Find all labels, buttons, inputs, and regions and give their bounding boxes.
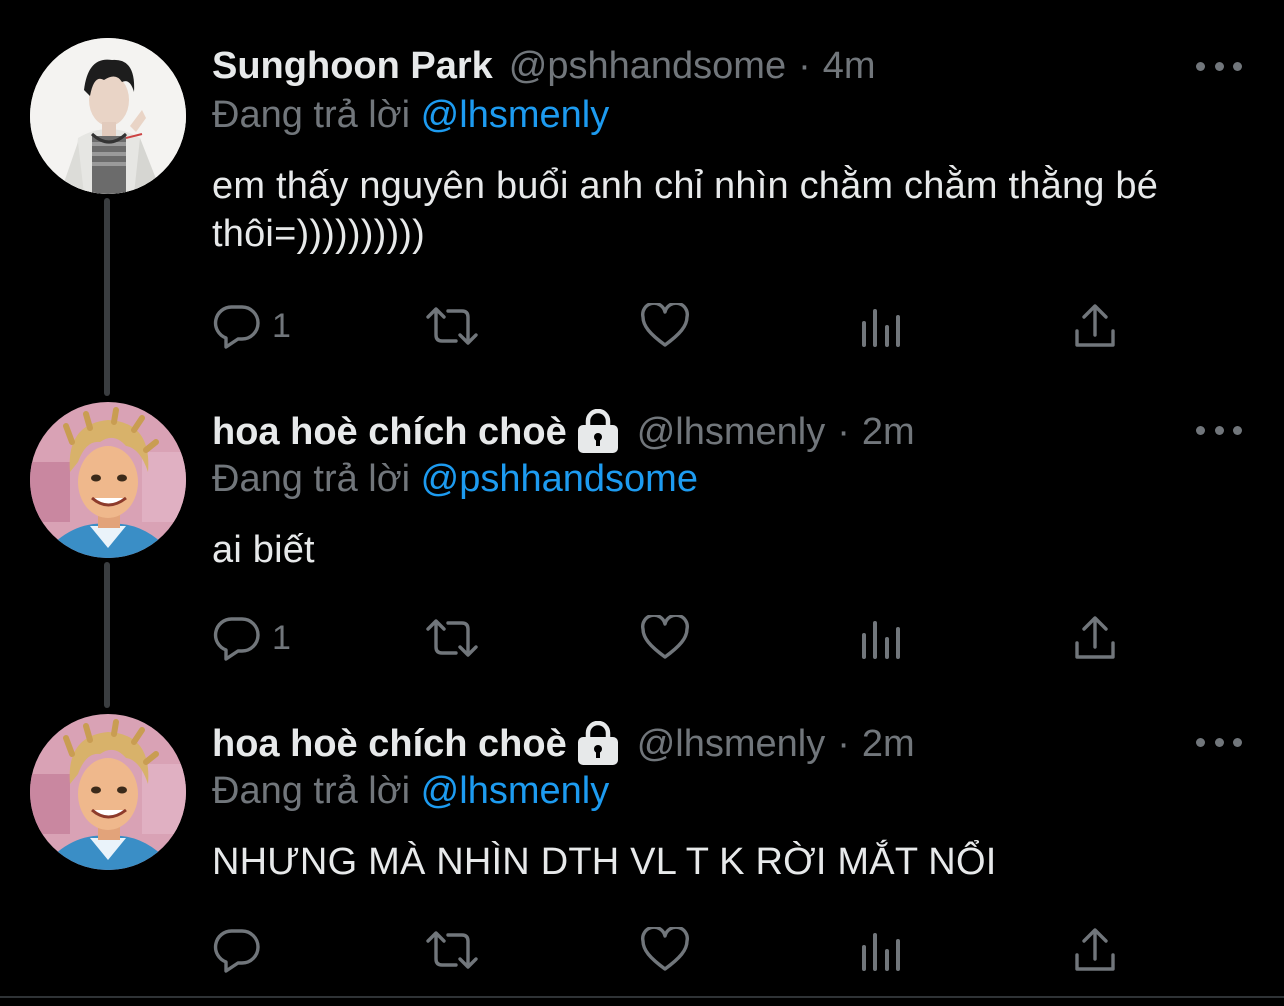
share-icon <box>1072 303 1118 349</box>
views-button[interactable] <box>860 920 902 980</box>
replying-to-label: Đang trả lời <box>212 94 411 136</box>
retweet-button[interactable] <box>424 920 480 980</box>
lock-icon <box>575 408 621 455</box>
mention-link[interactable]: @lhsmenly <box>421 770 610 812</box>
share-button[interactable] <box>1072 608 1118 668</box>
heart-icon <box>640 927 690 973</box>
like-button[interactable] <box>640 920 690 980</box>
views-button[interactable] <box>860 608 902 668</box>
lock-icon <box>575 720 621 767</box>
reply-count: 1 <box>272 306 291 345</box>
reply-button[interactable]: 1 <box>212 296 291 356</box>
analytics-icon <box>860 303 902 349</box>
display-name[interactable]: Sunghoon Park <box>212 45 493 88</box>
share-button[interactable] <box>1072 296 1118 356</box>
tweet-text: NHƯNG MÀ NHÌN DTH VL T K RỜI MẮT NỔI <box>212 841 997 883</box>
retweet-icon <box>424 615 480 661</box>
reply-button[interactable] <box>212 920 272 980</box>
avatar[interactable] <box>30 38 186 194</box>
tweet-actions: 1 <box>212 296 1212 356</box>
retweet-icon <box>424 927 480 973</box>
like-button[interactable] <box>640 608 690 668</box>
views-button[interactable] <box>860 296 902 356</box>
tweet-header: Sunghoon Park @pshhandsome · 4m <box>212 40 876 92</box>
replying-to-label: Đang trả lời <box>212 770 411 812</box>
reply-bubble-icon <box>212 615 262 661</box>
tweet-actions: 1 <box>212 608 1212 668</box>
reply-bubble-icon <box>212 303 262 349</box>
separator-dot: · <box>798 44 811 87</box>
share-button[interactable] <box>1072 920 1118 980</box>
reply-count: 1 <box>272 618 291 657</box>
retweet-button[interactable] <box>424 608 480 668</box>
replying-to: Đang trả lời @pshhandsome <box>212 458 698 501</box>
replying-to-label: Đang trả lời <box>212 458 411 500</box>
divider <box>0 996 1284 998</box>
tweet[interactable]: hoa hoè chích choè @lhsmenly · 2m Đang t… <box>0 674 1284 996</box>
display-name[interactable]: hoa hoè chích choè <box>212 411 567 454</box>
analytics-icon <box>860 615 902 661</box>
mention-link[interactable]: @lhsmenly <box>421 94 610 136</box>
share-icon <box>1072 615 1118 661</box>
reply-button[interactable]: 1 <box>212 608 291 668</box>
username-handle[interactable]: @lhsmenly <box>637 411 826 454</box>
avatar[interactable] <box>30 402 186 558</box>
mention-link[interactable]: @pshhandsome <box>421 458 698 500</box>
avatar[interactable] <box>30 714 186 870</box>
analytics-icon <box>860 927 902 973</box>
share-icon <box>1072 927 1118 973</box>
separator-dot: · <box>837 722 850 765</box>
more-dots-icon[interactable] <box>1196 414 1242 446</box>
retweet-icon <box>424 303 480 349</box>
conversation-thread: Sunghoon Park @pshhandsome · 4m Đang trả… <box>0 0 1284 1006</box>
replying-to: Đang trả lời @lhsmenly <box>212 94 609 137</box>
display-name[interactable]: hoa hoè chích choè <box>212 723 567 766</box>
tweet-header: hoa hoè chích choè @lhsmenly · 2m <box>212 406 915 458</box>
timestamp[interactable]: 2m <box>862 411 915 454</box>
replying-to: Đang trả lời @lhsmenly <box>212 770 609 813</box>
like-button[interactable] <box>640 296 690 356</box>
more-dots-icon[interactable] <box>1196 726 1242 758</box>
tweet-actions <box>212 920 1212 980</box>
reply-bubble-icon <box>212 927 262 973</box>
heart-icon <box>640 303 690 349</box>
retweet-button[interactable] <box>424 296 480 356</box>
heart-icon <box>640 615 690 661</box>
timestamp[interactable]: 2m <box>862 723 915 766</box>
username-handle[interactable]: @pshhandsome <box>509 45 786 88</box>
tweet-header: hoa hoè chích choè @lhsmenly · 2m <box>212 718 915 770</box>
tweet[interactable]: hoa hoè chích choè @lhsmenly · 2m Đang t… <box>0 362 1284 708</box>
tweet[interactable]: Sunghoon Park @pshhandsome · 4m Đang trả… <box>0 0 1284 396</box>
timestamp[interactable]: 4m <box>823 45 876 88</box>
tweet-text: ai biết <box>212 529 315 571</box>
tweet-text: em thấy nguyên buổi anh chỉ nhìn chằm ch… <box>212 165 1159 255</box>
more-dots-icon[interactable] <box>1196 50 1242 82</box>
username-handle[interactable]: @lhsmenly <box>637 723 826 766</box>
separator-dot: · <box>837 410 850 453</box>
